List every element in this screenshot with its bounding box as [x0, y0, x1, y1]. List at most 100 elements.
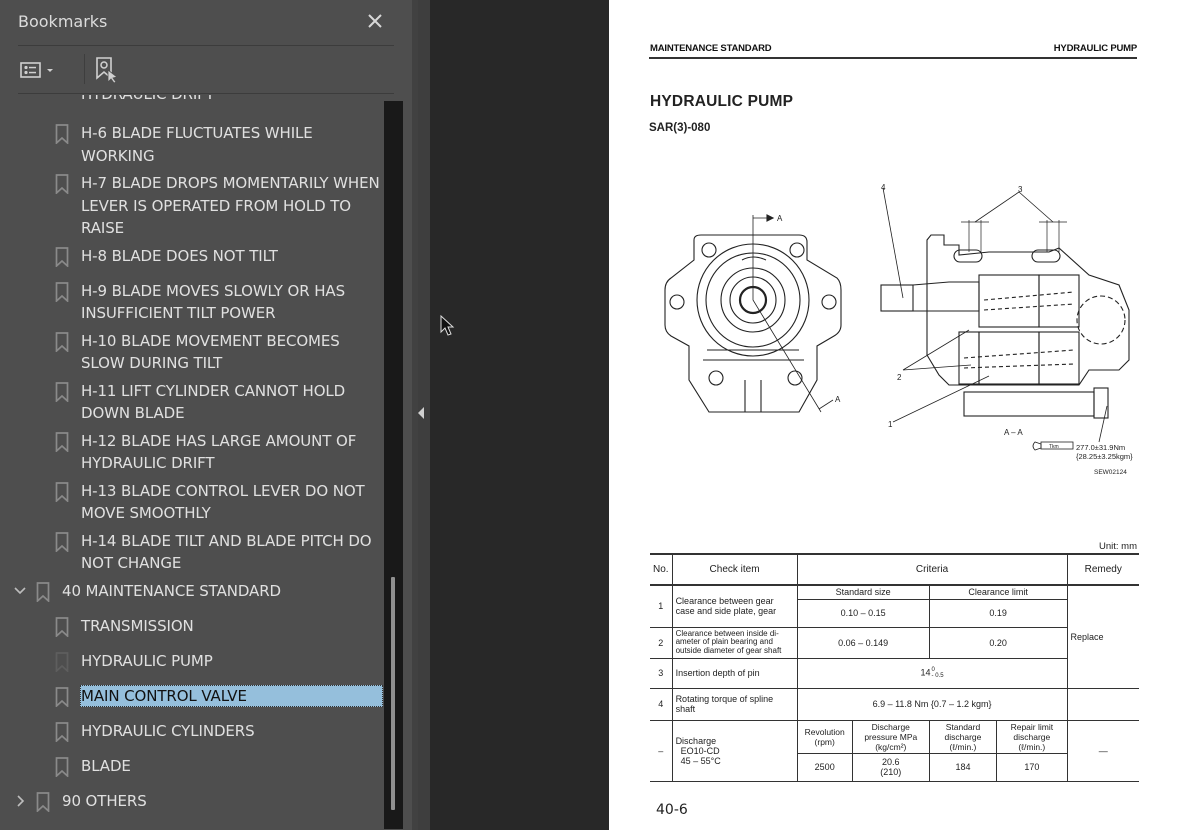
discharge-remedy: — [1066, 719, 1139, 782]
running-header-topic: HYDRAULIC PUMP [1053, 43, 1137, 54]
document-title: HYDRAULIC PUMP [650, 93, 794, 110]
row-no: 2 [650, 626, 673, 659]
svg-text:Tkm: Tkm [1049, 444, 1059, 450]
row-limit-value: 0.20 [928, 626, 1068, 659]
svg-text:A: A [777, 214, 783, 223]
bookmark-icon [55, 124, 69, 145]
remedy-replace: Replace [1066, 584, 1139, 689]
bookmark-item[interactable]: H-12 BLADE HAS LARGE AMOUNT OF HYDRAULIC… [0, 430, 384, 475]
pump-model: SAR(3)-080 [649, 122, 711, 134]
pump-section-view [880, 187, 1130, 443]
col-header-no: No. [650, 553, 673, 586]
bookmark-label: H-8 BLADE DOES NOT TILT [81, 246, 278, 265]
bookmark-section[interactable]: 40 MAINTENANCE STANDARD [0, 580, 384, 603]
bookmark-item[interactable]: H-10 BLADE MOVEMENT BECOMES SLOW DURING … [0, 330, 384, 375]
bookmark-icon [55, 174, 69, 195]
running-header-section: MAINTENANCE STANDARD [650, 43, 772, 54]
bookmark-item[interactable]: H-13 BLADE CONTROL LEVER DO NOT MOVE SMO… [0, 480, 384, 525]
bookmark-label: H-9 BLADE MOVES SLOWLY OR HAS INSUFFICIE… [81, 281, 346, 323]
callout-2: 2 [897, 373, 902, 382]
discharge-col-revolution: Revolution (rpm) [796, 719, 853, 754]
row-check-item-discharge: Discharge EO10-CD 45 – 55°C [671, 719, 798, 782]
discharge-col-standard: Standard discharge (ℓ/min.) [928, 719, 998, 754]
col-header-criteria: Criteria [796, 553, 1068, 586]
bookmark-item[interactable]: BLADE [0, 755, 384, 778]
torque-spec-kgm: {28.25±3.25kgm} [1076, 452, 1133, 461]
svg-text:A: A [835, 395, 841, 404]
bookmark-tree: HYDRAULIC DRIFT H-6 BLADE FLUCTUATES WHIL… [0, 95, 384, 830]
section-label: A – A [1004, 428, 1023, 437]
scrollbar-thumb[interactable] [391, 577, 395, 810]
close-icon [368, 14, 382, 28]
bookmark-label: H-10 BLADE MOVEMENT BECOMES SLOW DURING … [81, 331, 340, 373]
panel-header: Bookmarks [18, 0, 394, 46]
bookmark-options-button[interactable] [20, 56, 55, 84]
col-header-check-item: Check item [671, 553, 798, 586]
bookmark-icon [55, 246, 69, 268]
row-torque-value: 6.9 – 11.8 Nm {0.7 – 1.2 kgm} [796, 687, 1068, 721]
row-no: 1 [650, 584, 673, 628]
bookmark-label: H-14 BLADE TILT AND BLADE PITCH DO NOT C… [81, 531, 372, 573]
bookmark-label: H-11 LIFT CYLINDER CANNOT HOLD DOWN BLAD… [81, 381, 346, 423]
row-pin-depth-value: 140- 0.5 [796, 657, 1068, 689]
bookmark-label: H-12 BLADE HAS LARGE AMOUNT OF HYDRAULIC… [81, 431, 357, 473]
unit-label: Unit: mm [1099, 541, 1137, 552]
maintenance-spec-table: No. Check item Criteria Remedy 1 Clearan… [650, 553, 1139, 782]
subheader-clearance-limit: Clearance limit [928, 584, 1068, 600]
collapse-panel-button[interactable] [416, 404, 426, 422]
callout-1: 1 [888, 420, 893, 429]
hydraulic-pump-diagram: A A 3 4 2 1 A – A Tkm 277.0±31.9Nm {28.2… [664, 183, 1133, 476]
bookmark-item[interactable]: H-11 LIFT CYLINDER CANNOT HOLD DOWN BLAD… [0, 380, 384, 425]
list-options-icon [20, 62, 41, 78]
triangle-left-icon [418, 407, 424, 419]
bookmark-label: BLADE [81, 756, 131, 775]
drawing-id: SEW02124 [1094, 469, 1127, 476]
bookmark-icon [55, 686, 69, 708]
row-check-item: Rotating torque of spline shaft [671, 687, 798, 721]
bookmark-label: H-6 BLADE FLUCTUATES WHILE WORKING [81, 124, 313, 165]
bookmark-item[interactable]: TRANSMISSION [0, 615, 384, 638]
bookmark-icon [55, 721, 69, 743]
bookmark-item[interactable]: HYDRAULIC CYLINDERS [0, 720, 384, 743]
find-current-bookmark-button[interactable] [94, 56, 118, 84]
caret-down-icon [47, 69, 53, 72]
bookmark-icon [55, 756, 69, 778]
document-page: MAINTENANCE STANDARD HYDRAULIC PUMP HYDR… [609, 0, 1200, 830]
bookmark-item[interactable]: MAIN CONTROL VALVE [0, 684, 384, 708]
bookmark-item[interactable]: HYDRAULIC DRIFT [0, 95, 384, 106]
bookmark-label: H-13 BLADE CONTROL LEVER DO NOT MOVE SMO… [81, 481, 365, 523]
pump-front-view [664, 214, 842, 413]
bookmark-item[interactable]: HYDRAULIC PUMP [0, 650, 384, 673]
row-limit-value: 0.19 [928, 598, 1068, 628]
discharge-col-repair-limit: Repair limit discharge (ℓ/min.) [996, 719, 1068, 754]
callout-4: 4 [881, 183, 886, 192]
bookmark-item[interactable]: H-6 BLADE FLUCTUATES WHILE WORKING [0, 122, 384, 167]
chevron-down-icon[interactable] [13, 580, 27, 602]
bookmark-item[interactable]: H-9 BLADE MOVES SLOWLY OR HAS INSUFFICIE… [0, 280, 384, 325]
bookmarks-toolbar [18, 46, 394, 94]
col-header-remedy: Remedy [1066, 553, 1139, 586]
bookmark-item[interactable]: H-7 BLADE DROPS MOMENTARILY WHEN LEVER I… [0, 172, 384, 240]
row-standard-value: 0.10 – 0.15 [796, 598, 930, 628]
bookmark-item[interactable]: H-14 BLADE TILT AND BLADE PITCH DO NOT C… [0, 530, 384, 575]
row-no: 4 [650, 687, 673, 721]
header-rule [649, 57, 1137, 59]
bookmark-label: H-7 BLADE DROPS MOMENTARILY WHEN LEVER I… [81, 174, 380, 237]
bookmark-icon [55, 531, 69, 553]
bookmark-icon [55, 431, 69, 453]
bookmark-icon [55, 281, 69, 303]
toolbar-separator [84, 54, 85, 84]
bookmark-find-current-icon [96, 57, 118, 84]
chevron-right-icon[interactable] [13, 790, 27, 812]
bookmark-item[interactable]: H-8 BLADE DOES NOT TILT [0, 245, 384, 268]
bookmark-section[interactable]: 90 OTHERS [0, 790, 384, 813]
bookmark-icon [55, 381, 69, 403]
row-check-item: Clearance between gear case and side pla… [671, 584, 798, 628]
row-standard-value: 0.06 – 0.149 [796, 626, 930, 659]
scrollbar-track[interactable] [384, 101, 403, 829]
bookmark-icon [55, 616, 69, 638]
bookmarks-panel: Bookmarks H-6 BLADE FLUCTUATES WHILE WOR… [0, 0, 412, 830]
row-check-item: Clearance between inside di-ameter of pl… [671, 626, 798, 659]
close-panel-button[interactable] [364, 8, 386, 34]
bookmark-icon [55, 481, 69, 503]
